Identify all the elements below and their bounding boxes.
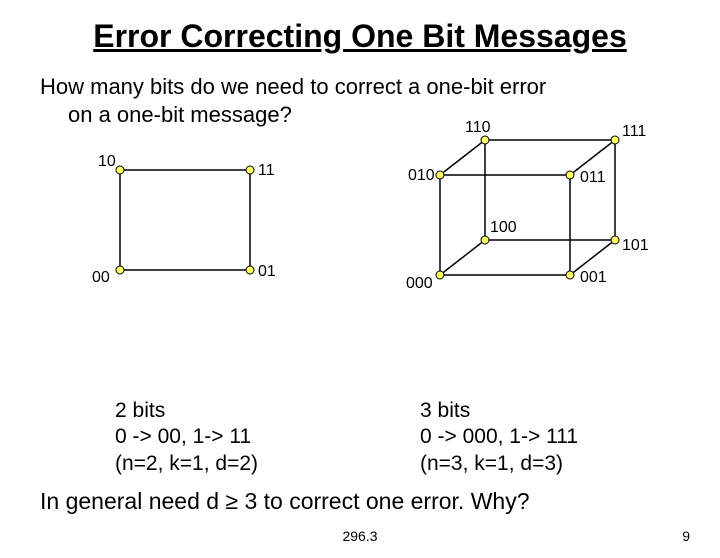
cube-diagram: 110 111 010 011 100 101 000 001 <box>390 120 690 320</box>
cube-label-front-bl: 000 <box>406 275 433 292</box>
footer-course-number: 296.3 <box>342 528 377 544</box>
square-diagram: 10 11 00 01 <box>80 150 290 310</box>
footer-page-number: 9 <box>682 528 690 544</box>
caption-right-l3: (n=3, k=1, d=3) <box>420 451 578 477</box>
caption-right: 3 bits 0 -> 000, 1-> 111 (n=3, k=1, d=3) <box>420 398 578 477</box>
cube-label-back-br: 101 <box>622 237 649 254</box>
caption-left-l2: 0 -> 00, 1-> 11 <box>115 424 258 450</box>
diagram-area: 10 11 00 01 110 111 010 011 100 <box>0 130 720 350</box>
caption-left-l3: (n=2, k=1, d=2) <box>115 451 258 477</box>
square-label-tr: 11 <box>258 162 275 179</box>
slide-title: Error Correcting One Bit Messages <box>0 18 720 55</box>
square-label-bl: 00 <box>92 269 110 286</box>
cube-label-front-tr: 011 <box>580 169 606 186</box>
square-label-tl: 10 <box>98 153 116 170</box>
cube-label-back-tl: 110 <box>465 120 491 136</box>
cube-label-back-bl: 100 <box>490 219 517 236</box>
square-label-br: 01 <box>258 263 276 280</box>
question-line-1: How many bits do we need to correct a on… <box>40 73 680 101</box>
cube-label-front-br: 001 <box>580 269 607 286</box>
caption-right-l2: 0 -> 000, 1-> 111 <box>420 424 578 450</box>
caption-right-l1: 3 bits <box>420 398 578 424</box>
conclusion-text: In general need d ≥ 3 to correct one err… <box>40 488 530 515</box>
caption-left-l1: 2 bits <box>115 398 258 424</box>
cube-label-back-tr: 111 <box>622 123 646 140</box>
caption-left: 2 bits 0 -> 00, 1-> 11 (n=2, k=1, d=2) <box>115 398 258 477</box>
cube-label-front-tl: 010 <box>408 167 435 184</box>
